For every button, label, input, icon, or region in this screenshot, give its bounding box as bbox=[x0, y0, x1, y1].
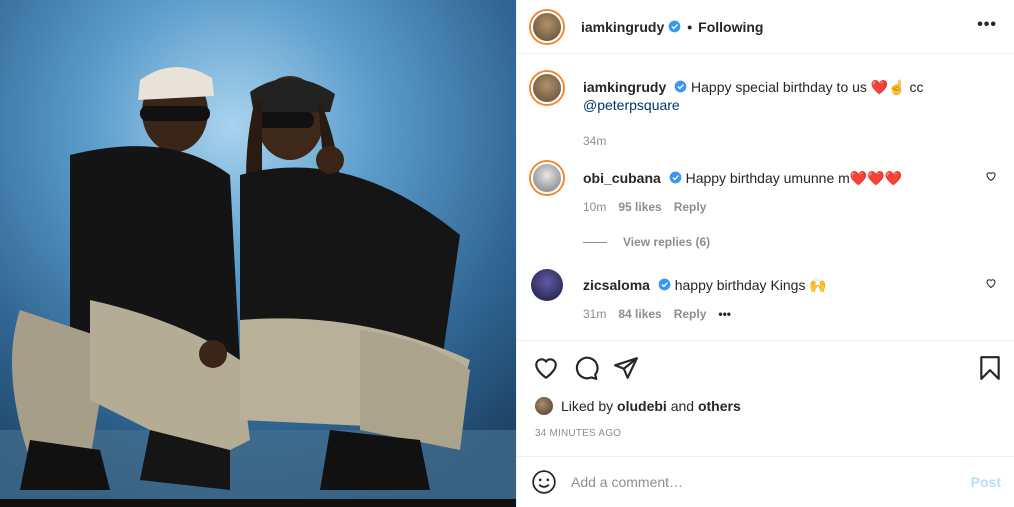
like-heart-icon[interactable] bbox=[533, 355, 559, 381]
comment-item: obi_cubana Happy birthday umunne m❤️❤️❤️… bbox=[531, 162, 1001, 214]
comment-avatar[interactable] bbox=[531, 269, 563, 301]
post-side-panel: iamkingrudy • Following ••• iamkingrudy … bbox=[516, 0, 1014, 507]
view-replies-label[interactable]: View replies (6) bbox=[623, 235, 710, 249]
comment-input[interactable] bbox=[571, 474, 971, 490]
comment-likes[interactable]: 84 likes bbox=[618, 307, 661, 321]
comment-avatar[interactable] bbox=[531, 162, 563, 194]
like-comment-heart-icon[interactable] bbox=[985, 170, 997, 182]
comment-time[interactable]: 10m bbox=[583, 200, 606, 214]
caption-time[interactable]: 34m bbox=[583, 134, 606, 148]
action-bar bbox=[517, 340, 1014, 396]
post-button[interactable]: Post bbox=[971, 474, 1001, 490]
liked-by-prefix: Liked by bbox=[561, 398, 614, 414]
comment-bubble-icon[interactable] bbox=[573, 355, 599, 381]
caption-mention[interactable]: @peterpsquare bbox=[583, 97, 680, 113]
liker-avatar[interactable] bbox=[535, 397, 553, 415]
post-photo bbox=[0, 0, 516, 507]
post-header: iamkingrudy • Following ••• bbox=[517, 0, 1014, 54]
share-paper-plane-icon[interactable] bbox=[613, 355, 639, 381]
verified-badge-icon bbox=[668, 20, 681, 33]
comment-more-icon[interactable]: ••• bbox=[718, 307, 731, 321]
caption-text: Happy special birthday to us ❤️☝️ cc bbox=[691, 79, 924, 95]
reply-button[interactable]: Reply bbox=[674, 307, 707, 321]
comment-likes[interactable]: 95 likes bbox=[618, 200, 661, 214]
comment-username[interactable]: zicsaloma bbox=[583, 277, 650, 293]
reply-button[interactable]: Reply bbox=[674, 200, 707, 214]
caption: iamkingrudy Happy special birthday to us… bbox=[531, 72, 1001, 148]
comment-text: Happy birthday umunne m❤️❤️❤️ bbox=[685, 170, 903, 186]
separator-dot: • bbox=[687, 18, 693, 35]
liker-username[interactable]: oludebi bbox=[617, 398, 667, 414]
post-timestamp[interactable]: 34 MINUTES AGO bbox=[535, 428, 621, 439]
comment-username[interactable]: obi_cubana bbox=[583, 170, 661, 186]
more-options-icon[interactable]: ••• bbox=[977, 16, 997, 34]
comment-item: zicsaloma happy birthday Kings 🙌 31m 84 … bbox=[531, 269, 1001, 321]
comment-time[interactable]: 31m bbox=[583, 307, 606, 321]
author-avatar[interactable] bbox=[531, 10, 563, 43]
author-username[interactable]: iamkingrudy bbox=[581, 19, 664, 35]
add-comment-bar: Post bbox=[517, 456, 1014, 507]
view-replies-button[interactable]: View replies (6) bbox=[583, 235, 710, 249]
following-button[interactable]: Following bbox=[698, 19, 763, 35]
caption-avatar[interactable] bbox=[531, 72, 563, 104]
like-comment-heart-icon[interactable] bbox=[985, 277, 997, 289]
verified-badge-icon bbox=[658, 278, 671, 291]
verified-badge-icon bbox=[674, 80, 687, 93]
photo-illustration bbox=[0, 0, 516, 507]
liked-by: Liked by oludebi and others bbox=[535, 397, 741, 415]
save-bookmark-icon[interactable] bbox=[977, 355, 1003, 381]
comment-text: happy birthday Kings 🙌 bbox=[674, 277, 827, 293]
liked-by-and: and bbox=[670, 398, 695, 414]
liked-by-others[interactable]: others bbox=[698, 398, 741, 414]
verified-badge-icon bbox=[669, 171, 682, 184]
emoji-smiley-icon[interactable] bbox=[531, 469, 557, 495]
caption-username[interactable]: iamkingrudy bbox=[583, 79, 666, 95]
replies-divider-line bbox=[583, 241, 607, 243]
